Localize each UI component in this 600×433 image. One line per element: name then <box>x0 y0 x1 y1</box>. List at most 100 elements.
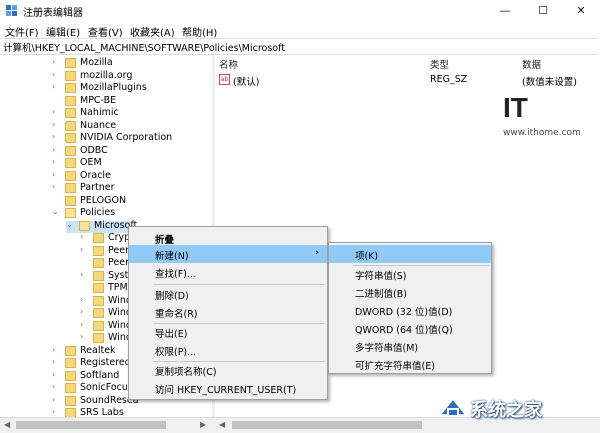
chevron-right-icon[interactable]: › <box>52 370 55 379</box>
scroll-left-icon[interactable]: ◀ <box>4 420 10 429</box>
window-title: 注册表编辑器 <box>23 8 83 19</box>
submenu-qword-value[interactable]: QWORD (64 位)值(Q) <box>329 319 491 337</box>
value-data: (数值未设置) <box>522 77 577 88</box>
folder-open-icon <box>79 220 90 231</box>
folder-icon <box>65 58 76 68</box>
folder-open-icon <box>65 208 76 218</box>
chevron-right-icon[interactable]: › <box>52 182 55 191</box>
registry-editor-icon <box>6 5 17 16</box>
column-header-name[interactable]: 名称 <box>219 57 238 71</box>
chevron-right-icon[interactable]: › <box>52 132 55 141</box>
scroll-right-icon[interactable]: ▶ <box>200 420 206 429</box>
chevron-right-icon[interactable]: › <box>80 270 83 279</box>
chevron-right-icon[interactable]: › <box>80 245 83 254</box>
menu-goto-hkcu[interactable]: 访问 HKEY_CURRENT_USER(T) <box>129 379 327 397</box>
folder-icon <box>65 83 76 93</box>
chevron-right-icon[interactable]: › <box>52 357 55 366</box>
folder-icon <box>65 133 76 143</box>
menu-favorites[interactable]: 收藏夹(A) <box>130 24 175 39</box>
ithome-logo: IT <box>503 92 528 123</box>
chevron-right-icon[interactable]: › <box>52 157 55 166</box>
folder-icon <box>65 183 76 193</box>
folder-icon <box>65 195 76 206</box>
menu-delete[interactable]: 删除(D) <box>129 285 327 303</box>
folder-icon <box>65 108 76 118</box>
address-path: 计算机\HKEY_LOCAL_MACHINE\SOFTWARE\Policies… <box>3 43 286 54</box>
folder-icon <box>65 158 76 168</box>
chevron-right-icon[interactable]: › <box>80 320 83 329</box>
chevron-down-icon[interactable]: ⌄ <box>66 220 73 229</box>
xitongzhijia-text: 系统之家 <box>470 400 542 421</box>
column-header-type[interactable]: 类型 <box>430 57 449 71</box>
submenu-dword-value[interactable]: DWORD (32 位)值(D) <box>329 301 491 319</box>
chevron-right-icon[interactable]: › <box>52 120 55 129</box>
scroll-thumb[interactable] <box>16 421 166 429</box>
menu-rename[interactable]: 重命名(R) <box>129 303 327 321</box>
menu-help[interactable]: 帮助(H) <box>182 24 217 39</box>
chevron-right-icon[interactable]: › <box>52 82 55 91</box>
folder-icon <box>65 358 76 368</box>
submenu-string-value[interactable]: 字符串值(S) <box>329 265 491 283</box>
folder-icon <box>65 383 76 393</box>
tree-node-microsoft[interactable]: ⌄ Microsoft <box>66 220 137 233</box>
chevron-right-icon[interactable]: › <box>80 232 83 241</box>
chevron-down-icon[interactable]: ⌄ <box>52 207 59 216</box>
chevron-right-icon[interactable]: › <box>80 307 83 316</box>
chevron-right-icon[interactable]: › <box>80 295 83 304</box>
submenu-expandable-string-value[interactable]: 可扩充字符串值(E) <box>329 355 491 373</box>
menu-file[interactable]: 文件(F) <box>5 24 39 39</box>
folder-icon <box>65 370 76 381</box>
value-type: REG_SZ <box>430 74 468 85</box>
menu-permissions[interactable]: 权限(P)... <box>129 341 327 359</box>
scroll-left-icon[interactable]: ◀ <box>219 420 225 429</box>
folder-icon <box>93 233 104 243</box>
chevron-right-icon[interactable]: › <box>52 345 55 354</box>
column-header-data[interactable]: 数据 <box>522 57 541 71</box>
title-bar: 注册表编辑器 — ☐ ✕ <box>0 0 600 22</box>
menu-view[interactable]: 查看(V) <box>88 24 123 39</box>
chevron-right-icon[interactable]: › <box>52 382 55 391</box>
folder-icon <box>65 170 76 181</box>
menu-copy-key-name[interactable]: 复制项名称(C) <box>129 361 327 379</box>
chevron-right-icon[interactable]: › <box>52 70 55 79</box>
folder-icon <box>93 245 104 256</box>
folder-icon <box>65 345 76 356</box>
new-submenu: 项(K) 字符串值(S) 二进制值(B) DWORD (32 位)值(D) QW… <box>328 242 492 374</box>
folder-icon <box>65 408 76 417</box>
menu-new[interactable]: 新建(N) › <box>129 245 327 263</box>
folder-icon <box>93 283 104 293</box>
value-name[interactable]: (默认) <box>233 74 259 88</box>
folder-icon <box>93 258 104 268</box>
folder-icon <box>65 70 76 81</box>
folder-icon <box>65 395 76 406</box>
chevron-right-icon[interactable]: › <box>52 57 55 66</box>
chevron-right-icon[interactable]: › <box>52 145 55 154</box>
menu-find[interactable]: 查找(F)... <box>129 263 327 281</box>
chevron-right-icon[interactable]: › <box>52 407 55 416</box>
submenu-key[interactable]: 项(K) <box>329 245 491 263</box>
chevron-right-icon[interactable]: › <box>80 332 83 341</box>
submenu-multi-string-value[interactable]: 多字符串值(M) <box>329 337 491 355</box>
folder-icon <box>93 333 104 343</box>
close-button[interactable]: ✕ <box>562 0 600 22</box>
menu-edit[interactable]: 编辑(E) <box>46 24 80 39</box>
scroll-thumb[interactable] <box>232 421 422 429</box>
menu-bar: 文件(F) 编辑(E) 查看(V) 收藏夹(A) 帮助(H) <box>0 22 600 39</box>
maximize-button[interactable]: ☐ <box>524 0 562 22</box>
submenu-binary-value[interactable]: 二进制值(B) <box>329 283 491 301</box>
ithome-url: www.ithome.com <box>503 128 581 138</box>
chevron-right-icon: › <box>315 248 319 258</box>
chevron-right-icon[interactable]: › <box>52 395 55 404</box>
folder-icon <box>93 308 104 318</box>
folder-icon <box>93 270 104 281</box>
string-value-icon: ab <box>219 74 230 85</box>
chevron-right-icon[interactable]: › <box>52 107 55 116</box>
xitongzhijia-logo-icon <box>438 397 468 417</box>
address-bar[interactable]: 计算机\HKEY_LOCAL_MACHINE\SOFTWARE\Policies… <box>0 38 598 55</box>
menu-export[interactable]: 导出(E) <box>129 323 327 341</box>
minimize-button[interactable]: — <box>486 0 524 22</box>
chevron-right-icon[interactable]: › <box>52 170 55 179</box>
folder-icon <box>65 95 76 106</box>
folder-icon <box>93 320 104 331</box>
folder-icon <box>65 120 76 131</box>
